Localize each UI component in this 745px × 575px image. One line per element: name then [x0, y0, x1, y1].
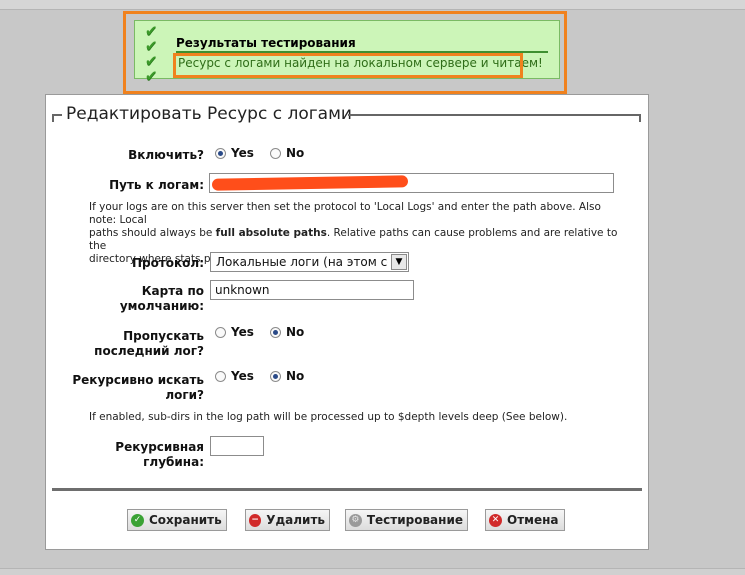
fieldset-border	[639, 114, 641, 122]
recursive-no-label: No	[286, 369, 305, 383]
skip-last-no-radio[interactable]	[270, 327, 281, 338]
protocol-label: Протокол:	[131, 256, 204, 270]
recursive-label: Рекурсивно искать логи?	[72, 373, 204, 402]
recursive-yes-label: Yes	[231, 369, 254, 383]
skip-last-label: Пропускать последний лог?	[94, 329, 204, 358]
recursive-help-text: If enabled, sub-dirs in the log path wil…	[89, 411, 568, 423]
gear-icon: ⚙	[349, 513, 362, 527]
button-separator	[52, 488, 642, 491]
depth-input[interactable]	[210, 436, 264, 456]
message-highlight-frame	[173, 53, 523, 78]
depth-label: Рекурсивная глубина:	[115, 440, 204, 469]
path-label: Путь к логам:	[109, 178, 204, 192]
delete-button[interactable]: − Удалить	[245, 509, 330, 531]
check-icon: ✔	[145, 37, 158, 55]
enable-yes-radio[interactable]	[215, 148, 226, 159]
recursive-no-radio[interactable]	[270, 371, 281, 382]
default-map-input[interactable]	[210, 280, 414, 300]
fieldset-border	[53, 114, 62, 116]
skip-last-yes-radio[interactable]	[215, 327, 226, 338]
check-icon: ✔	[145, 67, 158, 85]
cancel-button[interactable]: ✕ Отмена	[485, 509, 565, 531]
test-button[interactable]: ⚙ Тестирование	[345, 509, 468, 531]
save-button[interactable]: ✓ Сохранить	[127, 509, 227, 531]
check-icon: ✔	[145, 52, 158, 70]
top-border	[0, 0, 745, 10]
protocol-selected-value: Локальные логи (на этом сер	[216, 255, 388, 269]
check-icon: ✔	[145, 22, 158, 40]
chevron-down-icon[interactable]: ▼	[391, 254, 407, 270]
recursive-yes-radio[interactable]	[215, 371, 226, 382]
skip-last-yes-label: Yes	[231, 325, 254, 339]
check-icons: ✔ ✔ ✔ ✔	[145, 24, 165, 84]
fieldset-border	[348, 114, 640, 116]
enable-no-radio[interactable]	[270, 148, 281, 159]
default-map-label: Карта по умолчанию:	[119, 284, 204, 313]
enable-no-label: No	[286, 146, 305, 160]
protocol-select[interactable]: Локальные логи (на этом сер ▼	[210, 252, 409, 272]
enable-label: Включить?	[128, 148, 204, 162]
delete-icon: −	[249, 513, 262, 527]
cancel-icon: ✕	[489, 513, 502, 527]
skip-last-no-label: No	[286, 325, 305, 339]
enable-yes-label: Yes	[231, 146, 254, 160]
result-title: Результаты тестирования	[176, 36, 356, 50]
panel-title: Редактировать Ресурс с логами	[66, 104, 352, 124]
save-icon: ✓	[131, 513, 144, 527]
